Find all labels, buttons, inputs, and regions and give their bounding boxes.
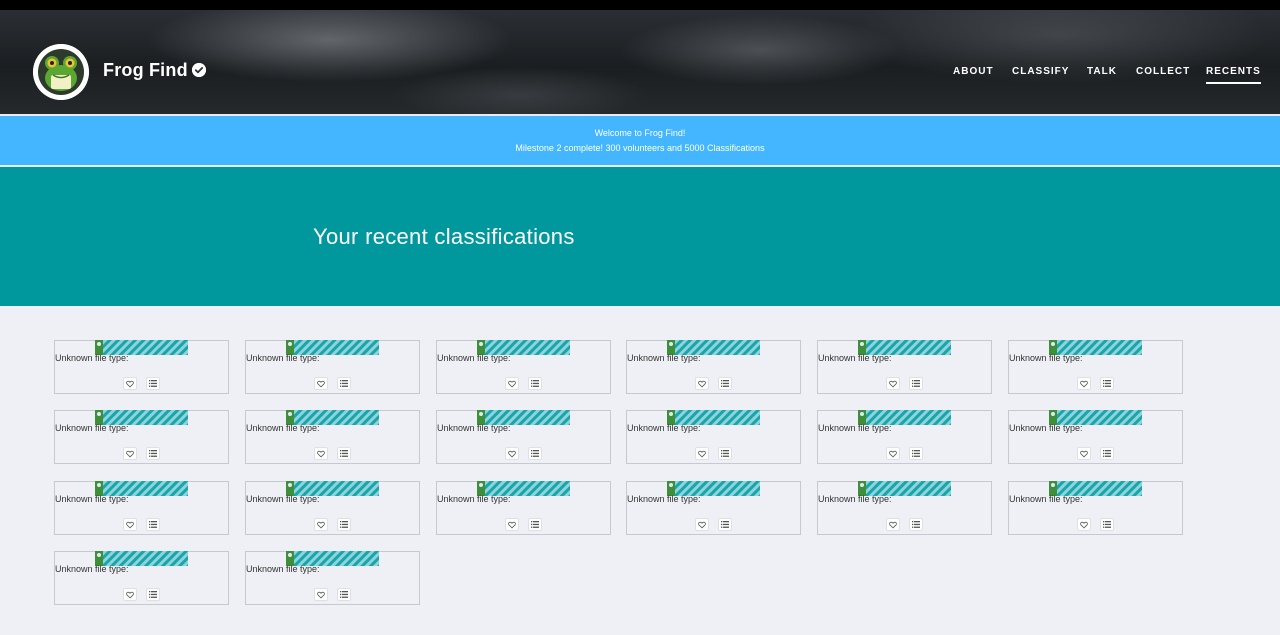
collection-list-icon[interactable] bbox=[146, 377, 160, 390]
unknown-file-type-label: Unknown file type: bbox=[818, 353, 892, 363]
nav-recents[interactable]: RECENTS bbox=[1206, 66, 1261, 84]
heart-icon[interactable] bbox=[505, 447, 519, 460]
verified-badge-icon bbox=[192, 63, 206, 77]
recent-classification-card[interactable]: Unknown file type: bbox=[817, 481, 992, 535]
heart-icon[interactable] bbox=[695, 447, 709, 460]
collection-list-icon[interactable] bbox=[909, 518, 923, 531]
collection-list-icon[interactable] bbox=[718, 518, 732, 531]
recent-classification-card[interactable]: Unknown file type: bbox=[54, 410, 229, 464]
unknown-file-type-label: Unknown file type: bbox=[818, 494, 892, 504]
unknown-file-type-label: Unknown file type: bbox=[627, 423, 701, 433]
collection-list-icon[interactable] bbox=[528, 518, 542, 531]
unknown-file-type-label: Unknown file type: bbox=[55, 423, 129, 433]
heart-icon[interactable] bbox=[1077, 518, 1091, 531]
recent-classification-card[interactable]: Unknown file type: bbox=[54, 481, 229, 535]
nav-talk[interactable]: TALK bbox=[1087, 66, 1117, 77]
collection-list-icon[interactable] bbox=[528, 447, 542, 460]
unknown-file-type-label: Unknown file type: bbox=[818, 423, 892, 433]
collection-list-icon[interactable] bbox=[718, 377, 732, 390]
unknown-file-type-label: Unknown file type: bbox=[437, 353, 511, 363]
recent-classification-card[interactable]: Unknown file type: bbox=[436, 481, 611, 535]
heart-icon[interactable] bbox=[314, 518, 328, 531]
collection-list-icon[interactable] bbox=[528, 377, 542, 390]
heart-icon[interactable] bbox=[123, 447, 137, 460]
announcement-banner: Welcome to Frog Find! Milestone 2 comple… bbox=[0, 116, 1280, 165]
heart-icon[interactable] bbox=[695, 518, 709, 531]
unknown-file-type-label: Unknown file type: bbox=[437, 423, 511, 433]
recent-classification-card[interactable]: Unknown file type: bbox=[436, 410, 611, 464]
nav-about[interactable]: ABOUT bbox=[953, 66, 994, 77]
announcement-line-2: Milestone 2 complete! 300 volunteers and… bbox=[515, 143, 765, 153]
collection-list-icon[interactable] bbox=[1100, 447, 1114, 460]
recent-classification-card[interactable]: Unknown file type: bbox=[245, 551, 420, 605]
collection-list-icon[interactable] bbox=[146, 447, 160, 460]
unknown-file-type-label: Unknown file type: bbox=[627, 353, 701, 363]
unknown-file-type-label: Unknown file type: bbox=[246, 494, 320, 504]
recent-classification-card[interactable]: Unknown file type: bbox=[436, 340, 611, 394]
page-title: Your recent classifications bbox=[313, 224, 575, 249]
project-title[interactable]: Frog Find bbox=[103, 60, 188, 81]
collection-list-icon[interactable] bbox=[146, 518, 160, 531]
unknown-file-type-label: Unknown file type: bbox=[246, 353, 320, 363]
nav-classify[interactable]: CLASSIFY bbox=[1012, 66, 1069, 77]
heart-icon[interactable] bbox=[1077, 377, 1091, 390]
unknown-file-type-label: Unknown file type: bbox=[1009, 494, 1083, 504]
heart-icon[interactable] bbox=[123, 518, 137, 531]
recent-classification-card[interactable]: Unknown file type: bbox=[245, 481, 420, 535]
collection-list-icon[interactable] bbox=[337, 588, 351, 601]
unknown-file-type-label: Unknown file type: bbox=[55, 564, 129, 574]
unknown-file-type-label: Unknown file type: bbox=[627, 494, 701, 504]
unknown-file-type-label: Unknown file type: bbox=[55, 353, 129, 363]
unknown-file-type-label: Unknown file type: bbox=[246, 564, 320, 574]
collection-list-icon[interactable] bbox=[146, 588, 160, 601]
recent-classification-card[interactable]: Unknown file type: bbox=[245, 410, 420, 464]
nav-collect[interactable]: COLLECT bbox=[1136, 66, 1190, 77]
recent-classification-card[interactable]: Unknown file type: bbox=[1008, 410, 1183, 464]
heart-icon[interactable] bbox=[314, 447, 328, 460]
unknown-file-type-label: Unknown file type: bbox=[1009, 423, 1083, 433]
recent-classification-card[interactable]: Unknown file type: bbox=[1008, 340, 1183, 394]
heart-icon[interactable] bbox=[314, 588, 328, 601]
heart-icon[interactable] bbox=[886, 518, 900, 531]
collection-list-icon[interactable] bbox=[1100, 518, 1114, 531]
unknown-file-type-label: Unknown file type: bbox=[437, 494, 511, 504]
recents-hero: Your recent classifications bbox=[0, 167, 1280, 306]
collection-list-icon[interactable] bbox=[1100, 377, 1114, 390]
collection-list-icon[interactable] bbox=[718, 447, 732, 460]
recent-classification-card[interactable]: Unknown file type: bbox=[817, 340, 992, 394]
recent-classification-card[interactable]: Unknown file type: bbox=[626, 340, 801, 394]
recent-classification-card[interactable]: Unknown file type: bbox=[626, 481, 801, 535]
heart-icon[interactable] bbox=[886, 377, 900, 390]
unknown-file-type-label: Unknown file type: bbox=[55, 494, 129, 504]
recent-classification-card[interactable]: Unknown file type: bbox=[54, 551, 229, 605]
recent-classification-card[interactable]: Unknown file type: bbox=[626, 410, 801, 464]
announcement-line-1: Welcome to Frog Find! bbox=[594, 128, 686, 138]
recent-classification-card[interactable]: Unknown file type: bbox=[1008, 481, 1183, 535]
recent-classification-card[interactable]: Unknown file type: bbox=[817, 410, 992, 464]
heart-icon[interactable] bbox=[886, 447, 900, 460]
heart-icon[interactable] bbox=[505, 377, 519, 390]
collection-list-icon[interactable] bbox=[337, 518, 351, 531]
frog-logo-icon[interactable] bbox=[33, 44, 89, 100]
project-header: Frog Find ABOUT CLASSIFY TALK COLLECT RE… bbox=[0, 10, 1280, 114]
heart-icon[interactable] bbox=[123, 377, 137, 390]
collection-list-icon[interactable] bbox=[909, 447, 923, 460]
collection-list-icon[interactable] bbox=[337, 447, 351, 460]
heart-icon[interactable] bbox=[314, 377, 328, 390]
recent-classification-card[interactable]: Unknown file type: bbox=[245, 340, 420, 394]
collection-list-icon[interactable] bbox=[337, 377, 351, 390]
unknown-file-type-label: Unknown file type: bbox=[246, 423, 320, 433]
heart-icon[interactable] bbox=[1077, 447, 1091, 460]
heart-icon[interactable] bbox=[695, 377, 709, 390]
heart-icon[interactable] bbox=[123, 588, 137, 601]
heart-icon[interactable] bbox=[505, 518, 519, 531]
recent-classification-card[interactable]: Unknown file type: bbox=[54, 340, 229, 394]
collection-list-icon[interactable] bbox=[909, 377, 923, 390]
top-black-strip bbox=[0, 0, 1280, 10]
unknown-file-type-label: Unknown file type: bbox=[1009, 353, 1083, 363]
